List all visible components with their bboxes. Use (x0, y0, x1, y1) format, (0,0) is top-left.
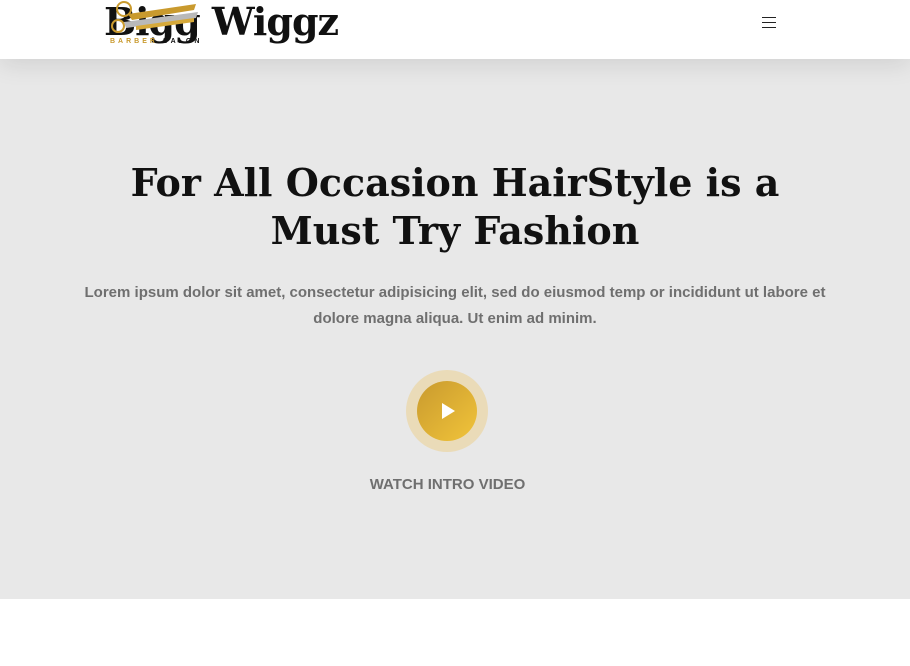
site-header: Bigg Wiggz BARBER SALON (0, 0, 910, 59)
scissors-comb-icon (111, 1, 198, 33)
hero-title: For All Occasion HairStyle is a Must Try… (130, 160, 780, 253)
play-button-core (417, 381, 477, 441)
play-video-button[interactable] (406, 370, 488, 452)
play-icon (442, 403, 455, 419)
hamburger-menu-icon[interactable] (758, 12, 780, 34)
hero-description: Lorem ipsum dolor sit amet, consectetur … (84, 284, 826, 327)
logo-tagline: BARBER SALON (110, 38, 202, 45)
logo-tagline-right: SALON (162, 38, 203, 45)
hero-section: For All Occasion HairStyle is a Must Try… (0, 59, 910, 599)
menu-line (762, 17, 776, 18)
menu-line (762, 22, 776, 23)
watch-intro-video-link[interactable]: WATCH INTRO VIDEO (0, 476, 895, 493)
logo-tagline-left: BARBER (110, 38, 158, 45)
menu-line (762, 27, 776, 28)
site-logo[interactable]: Bigg Wiggz BARBER SALON (104, 0, 339, 50)
